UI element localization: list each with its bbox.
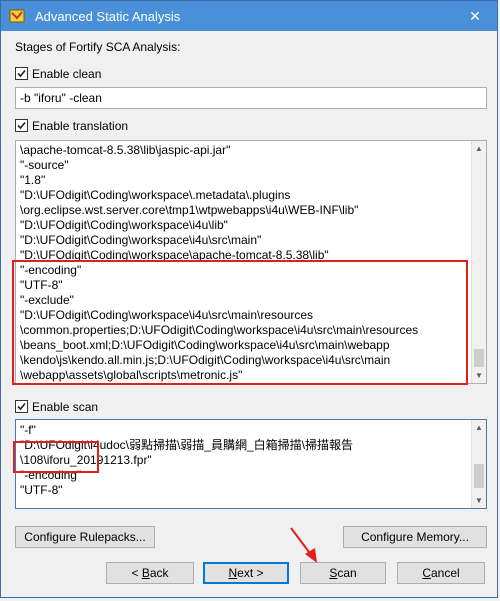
enable-translation-checkbox[interactable] [15,119,28,132]
back-button[interactable]: < Back [106,562,194,584]
configure-memory-button[interactable]: Configure Memory... [343,526,487,548]
translation-line: \apache-tomcat-8.5.38\lib\jaspic-api.jar… [20,143,231,157]
scroll-down-icon[interactable]: ▼ [472,493,486,508]
configure-rulepacks-button[interactable]: Configure Rulepacks... [15,526,155,548]
scan-scrollbar[interactable]: ▲ ▼ [471,420,486,508]
back-button-key: B [141,566,150,580]
translation-line: "D:\UFOdigit\Coding\workspace\.metadata\… [20,188,291,202]
scroll-down-icon[interactable]: ▼ [472,368,486,383]
title-bar: Advanced Static Analysis ✕ [1,1,497,31]
cancel-button-key: C [422,566,431,580]
cancel-button[interactable]: Cancel [397,562,485,584]
scan-line: "-f" [20,423,36,437]
back-button-prefix: < [131,566,142,580]
scroll-up-icon[interactable]: ▲ [472,420,486,435]
translation-highlight-box [12,260,468,385]
checkmark-icon [17,121,26,130]
translation-line: "D:\UFOdigit\Coding\workspace\i4u\src\ma… [20,233,262,247]
scroll-thumb[interactable] [474,464,484,488]
next-button-key: N [228,566,238,580]
scan-highlight-box [13,441,99,473]
stages-label: Stages of Fortify SCA Analysis: [15,40,181,54]
translation-line: "-source" [20,158,69,172]
dialog-window: Advanced Static Analysis ✕ Stages of For… [0,0,498,598]
next-button-rest: ext > [237,566,264,580]
scroll-thumb[interactable] [474,349,484,367]
checkmark-icon [17,402,26,411]
window-title: Advanced Static Analysis [35,9,181,24]
translation-line: "1.8" [20,173,46,187]
fortify-app-icon [9,9,25,23]
enable-scan-label: Enable scan [32,400,99,414]
translation-scrollbar[interactable]: ▲ ▼ [471,141,486,383]
enable-translation-label: Enable translation [32,119,129,133]
close-icon[interactable]: ✕ [463,5,487,27]
checkmark-icon [17,69,26,78]
translation-line: \org.eclipse.wst.server.core\tmp1\wtpweb… [20,203,359,217]
enable-clean-label: Enable clean [32,67,102,81]
scan-button-rest: can [337,566,357,580]
scan-button[interactable]: Scan [300,562,386,584]
translation-line: "D:\UFOdigit\Coding\workspace\i4u\lib" [20,218,228,232]
next-button[interactable]: Next > [203,562,289,584]
enable-scan-checkbox[interactable] [15,400,28,413]
scan-line: "UTF-8" [20,483,63,497]
scroll-up-icon[interactable]: ▲ [472,141,486,156]
cancel-button-rest: ancel [430,566,460,580]
clean-args-field[interactable]: -b "iforu" -clean [15,87,487,109]
back-button-rest: ack [149,566,169,580]
enable-clean-checkbox[interactable] [15,67,28,80]
